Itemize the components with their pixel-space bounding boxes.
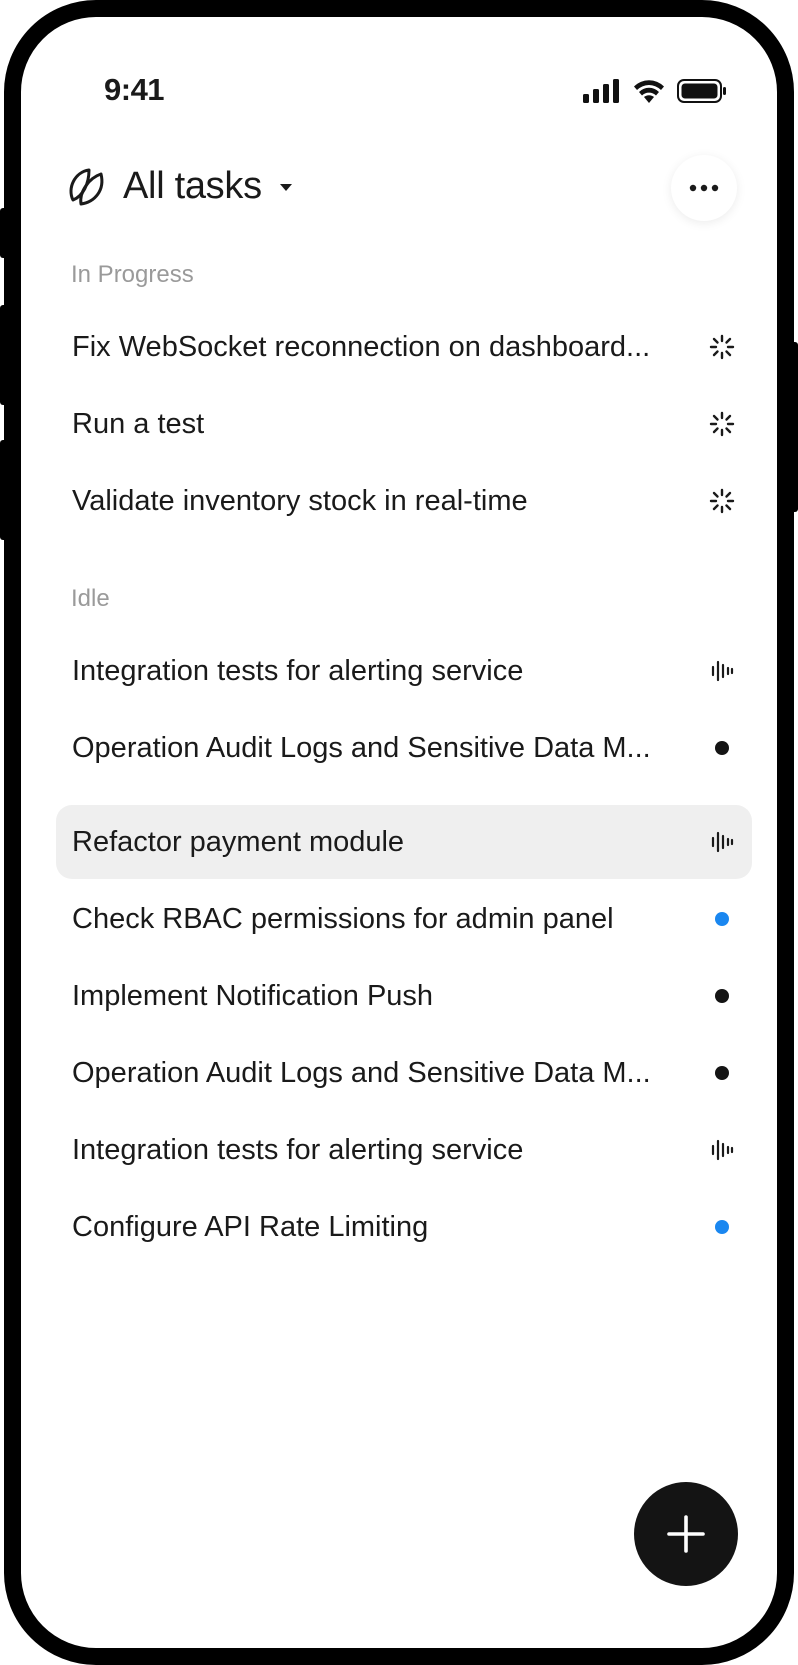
status-dot-icon (708, 1059, 736, 1087)
task-row[interactable]: Integration tests for alerting service (56, 1113, 752, 1187)
task-row[interactable]: Run a test (56, 387, 752, 461)
overlapping-leaves-icon (69, 168, 104, 205)
more-options-button[interactable] (671, 155, 737, 221)
phone-screen: 9:41 All tasks In Progress Fix WebSocket… (4, 0, 794, 1665)
wifi-icon (634, 80, 664, 103)
task-title: Check RBAC permissions for admin panel (72, 902, 614, 935)
task-row[interactable]: Validate inventory stock in real-time (56, 464, 752, 538)
status-dot-icon (708, 734, 736, 762)
cellular-signal-icon (583, 79, 619, 103)
task-title: Implement Notification Push (72, 979, 434, 1012)
task-title: Refactor payment module (72, 825, 405, 858)
status-icons (583, 79, 727, 103)
section-label-in-progress: In Progress (71, 261, 194, 288)
status-dot-icon (708, 982, 736, 1010)
page-title: All tasks (123, 165, 262, 207)
task-filter-dropdown[interactable]: All tasks (65, 165, 294, 208)
waveform-icon (708, 1136, 736, 1164)
task-row[interactable]: Check RBAC permissions for admin panel (56, 882, 752, 956)
task-row[interactable]: Integration tests for alerting service (56, 634, 752, 708)
status-dot-icon (708, 905, 736, 933)
task-row[interactable]: Implement Notification Push (56, 959, 752, 1033)
status-dot-icon (708, 1213, 736, 1241)
task-row-selected[interactable]: Refactor payment module (56, 805, 752, 879)
task-title: Operation Audit Logs and Sensitive Data … (72, 1056, 651, 1089)
task-title: Integration tests for alerting service (72, 1133, 524, 1166)
status-time: 9:41 (104, 72, 165, 107)
status-bar: 9:41 (21, 17, 777, 137)
add-task-button[interactable] (634, 1482, 738, 1586)
task-row[interactable]: Operation Audit Logs and Sensitive Data … (56, 1036, 752, 1110)
waveform-icon (708, 828, 736, 856)
header: All tasks (65, 145, 737, 235)
battery-icon (677, 79, 726, 103)
section-label-idle: Idle (71, 585, 110, 612)
waveform-icon (708, 657, 736, 685)
ellipsis-icon (689, 184, 719, 192)
task-row[interactable]: Configure API Rate Limiting (56, 1190, 752, 1264)
task-row[interactable]: Operation Audit Logs and Sensitive Data … (56, 711, 752, 785)
task-title: Operation Audit Logs and Sensitive Data … (72, 731, 651, 764)
task-title: Integration tests for alerting service (72, 654, 524, 687)
task-title: Run a test (72, 407, 205, 440)
spinner-icon (708, 333, 736, 361)
task-title: Configure API Rate Limiting (72, 1210, 429, 1243)
spinner-icon (708, 487, 736, 515)
plus-icon (667, 1515, 705, 1553)
spinner-icon (708, 410, 736, 438)
task-row[interactable]: Fix WebSocket reconnection on dashboard.… (56, 310, 752, 384)
task-title: Validate inventory stock in real-time (72, 484, 528, 517)
caret-down-icon (279, 183, 292, 191)
task-title: Fix WebSocket reconnection on dashboard.… (72, 330, 651, 363)
